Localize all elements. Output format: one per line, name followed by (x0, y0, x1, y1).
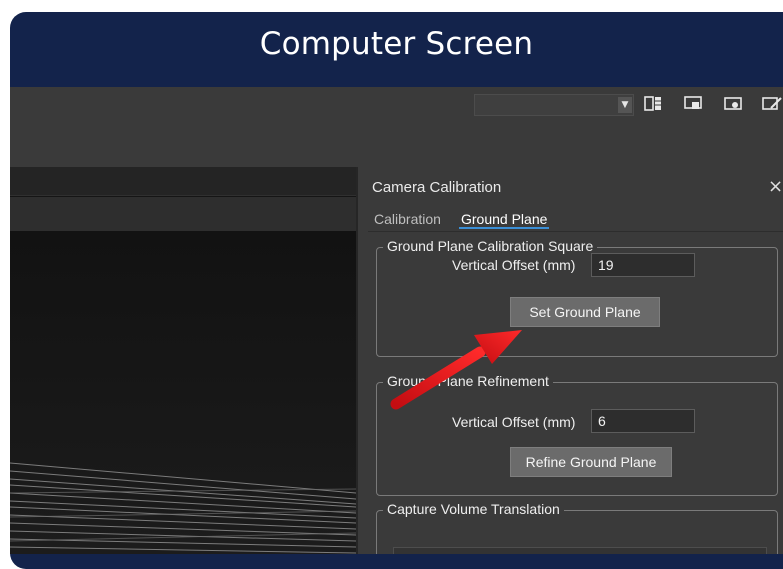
ground-grid-lines (10, 462, 356, 554)
toolbar: ▼ (10, 87, 783, 167)
screen-bezel: Computer Screen ▼ Camera Calibration × C… (10, 12, 783, 569)
viewport-header (10, 167, 356, 196)
3d-viewport[interactable] (10, 167, 356, 554)
tab-divider (368, 231, 783, 232)
camera-icon[interactable] (723, 94, 745, 114)
group-legend: Capture Volume Translation (383, 501, 564, 517)
viewport-toolbar (10, 197, 356, 231)
ground-plane-calibration-square-group: Ground Plane Calibration Square Vertical… (376, 238, 778, 357)
group-legend: Ground Plane Calibration Square (383, 238, 598, 254)
vertical-offset-label: Vertical Offset (mm) (452, 414, 576, 430)
set-ground-plane-button[interactable]: Set Ground Plane (510, 297, 660, 327)
screen-icon[interactable] (683, 94, 705, 114)
translation-controls[interactable] (393, 547, 767, 554)
layout-icon[interactable] (643, 94, 665, 114)
vertical-offset-label: Vertical Offset (mm) (452, 257, 576, 273)
edit-icon[interactable] (761, 94, 783, 114)
vertical-offset-input[interactable]: 19 (591, 253, 695, 277)
camera-calibration-panel: Camera Calibration × Calibration Ground … (356, 167, 783, 554)
close-icon[interactable]: × (768, 176, 783, 197)
frame-title: Computer Screen (259, 26, 534, 62)
group-legend: Ground Plane Refinement (383, 373, 553, 389)
frame: Computer Screen ▼ Camera Calibration × C… (0, 0, 783, 569)
capture-volume-translation-group: Capture Volume Translation (376, 501, 778, 554)
chevron-down-icon[interactable]: ▼ (618, 97, 632, 113)
panel-title: Camera Calibration (372, 179, 502, 196)
viewport-canvas[interactable] (10, 231, 356, 554)
tab-calibration[interactable]: Calibration (374, 211, 441, 227)
ground-plane-refinement-group: Ground Plane Refinement Vertical Offset … (376, 373, 778, 496)
application-screen: ▼ Camera Calibration × Calibration Groun… (10, 87, 783, 554)
refine-ground-plane-button[interactable]: Refine Ground Plane (510, 447, 672, 477)
vertical-offset-input[interactable]: 6 (591, 409, 695, 433)
tab-ground-plane[interactable]: Ground Plane (459, 211, 550, 229)
toolbar-dropdown[interactable]: ▼ (474, 94, 634, 116)
